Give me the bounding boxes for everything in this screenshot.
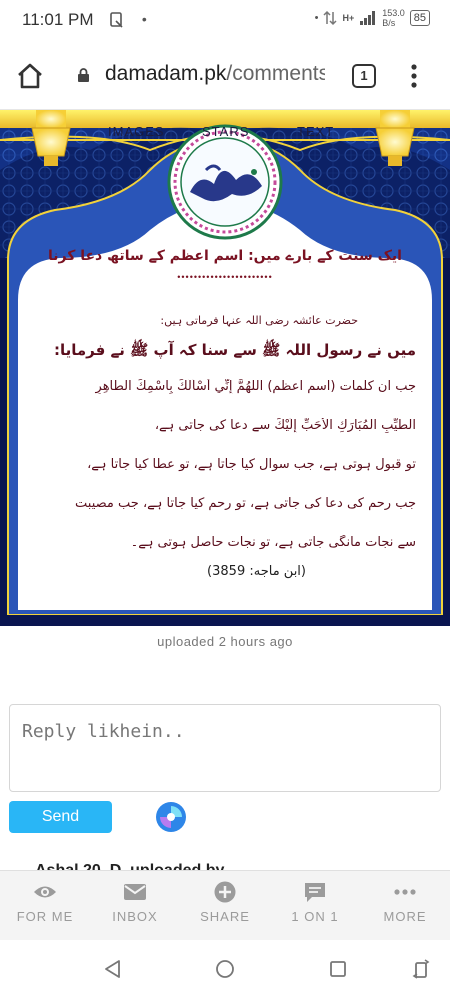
banner-nav-images[interactable]: IMAGES xyxy=(108,124,165,139)
nav-inbox[interactable]: INBOX xyxy=(90,871,180,940)
nav-label: FOR ME xyxy=(16,909,74,924)
nav-label: INBOX xyxy=(112,909,158,924)
upload-time-caption: uploaded 2 hours ago xyxy=(157,634,293,649)
more-dots-icon xyxy=(394,889,416,895)
system-nav-bar xyxy=(0,940,450,1000)
rotate-icon[interactable] xyxy=(410,958,432,980)
urdu-line: جب رحم کی دعا کی جاتی ہے، تو رحم کیا جات… xyxy=(75,496,416,511)
home-circle-icon[interactable] xyxy=(214,958,236,980)
battery-icon: 85 xyxy=(409,10,430,26)
urdu-line: میں نے رسول اللہ ﷺ سے سنا کہ آپ ﷺ نے فرم… xyxy=(53,341,416,359)
eye-icon xyxy=(34,886,56,898)
urdu-line: الطَّيِّبِ الْمُبَارَكِ الْأَحَبِّ إِلَي… xyxy=(154,418,416,433)
urdu-line: تو قبول ہوتی ہے، جب سوال کیا جاتا ہے، تو… xyxy=(87,457,416,472)
nav-label: MORE xyxy=(383,909,427,924)
nav-for-me[interactable]: FOR ME xyxy=(0,871,90,940)
browser-toolbar: damadam.pk/comments 1 xyxy=(0,42,450,110)
status-time: 11:01 PM xyxy=(22,10,94,29)
nav-label: 1 ON 1 xyxy=(291,909,339,924)
plus-circle-icon xyxy=(214,881,236,903)
nav-label: SHARE xyxy=(200,909,250,924)
nav-1on1[interactable]: 1 ON 1 xyxy=(270,871,360,940)
banner-nav-text[interactable]: TEXT xyxy=(297,124,334,139)
loading-spinner-icon xyxy=(156,802,186,832)
dot-icon: • xyxy=(314,12,319,24)
hadith-reference: (ابن ماجه: 3859) xyxy=(207,564,306,579)
bottom-nav: FOR ME INBOX SHARE 1 ON 1 MORE xyxy=(0,870,450,940)
network-speed: 153.0 B/s xyxy=(382,8,405,28)
dot-icon: • xyxy=(141,11,147,27)
send-button[interactable]: Send xyxy=(9,801,112,833)
urdu-body: حضرت عائشہ رضی اللہ عنہا فرماتی ہیں: میں… xyxy=(34,314,416,579)
urdu-line: جب ان کلمات (اسم اعظم) اللّٰهُمَّ إِنِّي… xyxy=(95,379,416,394)
data-transfer-icon xyxy=(323,10,337,26)
tab-switcher-button[interactable]: 1 xyxy=(352,64,376,88)
notification-icons: • xyxy=(110,11,147,28)
signal-icon xyxy=(360,11,376,25)
envelope-icon xyxy=(124,884,146,900)
post-image[interactable]: IMAGES STARS TEXT ایک سنت کے بارے میں: ا… xyxy=(0,110,450,626)
urdu-title: ایک سنت کے بارے میں: اسم اعظم کے ساتھ دع… xyxy=(48,248,402,264)
home-icon[interactable] xyxy=(16,62,44,90)
banner-nav-stars[interactable]: STARS xyxy=(202,124,249,139)
urdu-line: سے نجات مانگی جاتی ہے، تو نجات حاصل ہوتی… xyxy=(130,535,416,550)
system-status-icons: • H+ 153.0 B/s 85 xyxy=(315,8,430,28)
urdu-line: حضرت عائشہ رضی اللہ عنہا فرماتی ہیں: xyxy=(160,314,358,327)
recents-icon[interactable] xyxy=(327,958,349,980)
back-icon[interactable] xyxy=(102,958,124,980)
calligraphy-medallion-icon xyxy=(167,124,283,240)
chat-bubble-icon xyxy=(305,883,325,902)
url-field[interactable]: damadam.pk/comments xyxy=(105,62,325,86)
title-dots: ••••••••••••••••••••••• xyxy=(177,272,273,282)
overflow-menu-icon[interactable] xyxy=(405,62,423,90)
network-type: H+ xyxy=(342,13,355,23)
lock-icon xyxy=(78,68,89,82)
reply-input[interactable] xyxy=(9,704,441,792)
screenshot-icon xyxy=(110,12,123,28)
nav-more[interactable]: MORE xyxy=(360,871,450,940)
status-bar: 11:01 PM • • H+ 153.0 B/s 85 xyxy=(0,0,450,42)
nav-share[interactable]: SHARE xyxy=(180,871,270,940)
